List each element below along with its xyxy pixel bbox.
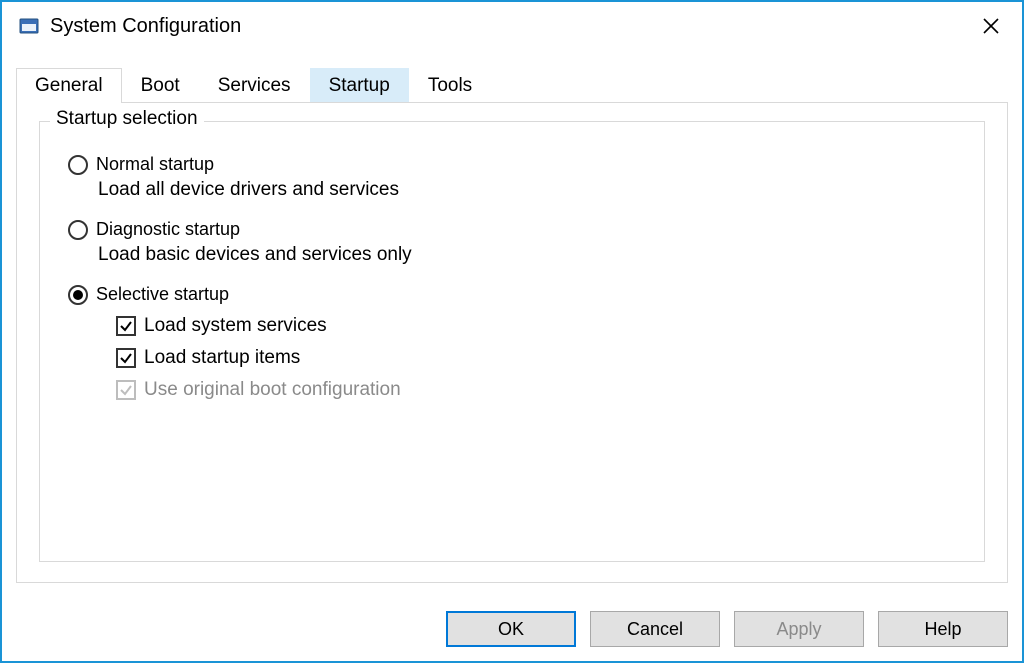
tabpanel-general: Startup selection Normal startup Load al… [16,102,1008,583]
close-icon [983,18,999,34]
app-icon [18,15,40,37]
tab-general-label: General [35,75,103,96]
checkbox-use-original-boot: Use original boot configuration [116,379,964,401]
radio-selective-startup[interactable]: Selective startup [68,284,964,305]
checkbox-icon [116,348,136,368]
tab-services[interactable]: Services [199,68,310,103]
checkbox-use-original-label: Use original boot configuration [144,379,401,401]
radio-icon [68,155,88,175]
tab-startup[interactable]: Startup [310,68,409,103]
ok-button-label: OK [498,619,524,640]
titlebar: System Configuration [2,2,1022,50]
checkbox-load-services-label: Load system services [144,315,327,337]
radio-diagnostic-label: Diagnostic startup [96,219,240,240]
help-button[interactable]: Help [878,611,1008,647]
tab-general[interactable]: General [16,68,122,103]
radio-normal-desc: Load all device drivers and services [98,179,964,201]
checkbox-load-startup-label: Load startup items [144,347,300,369]
help-button-label: Help [924,619,961,640]
tab-boot-label: Boot [141,75,180,96]
system-configuration-window: System Configuration General Boot Servic… [0,0,1024,663]
checkbox-icon [116,380,136,400]
apply-button-label: Apply [776,619,821,640]
radio-normal-startup[interactable]: Normal startup [68,154,964,175]
group-legend: Startup selection [50,108,204,130]
radio-icon [68,220,88,240]
checkbox-load-startup-items[interactable]: Load startup items [116,347,964,369]
radio-block-selective: Selective startup [68,284,964,305]
cancel-button[interactable]: Cancel [590,611,720,647]
radio-diagnostic-desc: Load basic devices and services only [98,244,964,266]
tab-tools[interactable]: Tools [409,68,491,103]
tab-tools-label: Tools [428,75,472,96]
ok-button[interactable]: OK [446,611,576,647]
radio-block-normal: Normal startup Load all device drivers a… [68,154,964,201]
apply-button: Apply [734,611,864,647]
radio-diagnostic-startup[interactable]: Diagnostic startup [68,219,964,240]
close-button[interactable] [964,6,1018,46]
tab-boot[interactable]: Boot [122,68,199,103]
window-title: System Configuration [50,15,964,38]
client-area: General Boot Services Startup Tools Star… [2,50,1022,597]
cancel-button-label: Cancel [627,619,683,640]
radio-normal-label: Normal startup [96,154,214,175]
radio-selective-label: Selective startup [96,284,229,305]
startup-selection-group: Startup selection Normal startup Load al… [39,121,985,562]
radio-block-diagnostic: Diagnostic startup Load basic devices an… [68,219,964,266]
checkbox-icon [116,316,136,336]
tab-services-label: Services [218,75,291,96]
tabstrip: General Boot Services Startup Tools [16,64,1008,102]
radio-icon [68,285,88,305]
checkbox-load-system-services[interactable]: Load system services [116,315,964,337]
tab-startup-label: Startup [329,75,390,96]
dialog-button-row: OK Cancel Apply Help [2,597,1022,661]
